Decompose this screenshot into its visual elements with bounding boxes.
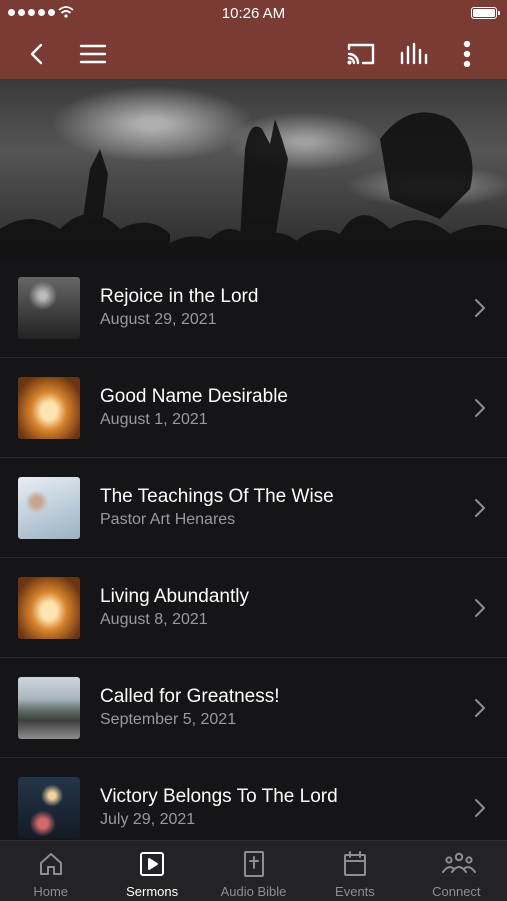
menu-button[interactable]	[76, 37, 110, 71]
worship-crowd-image	[0, 112, 507, 258]
sermon-subtitle: September 5, 2021	[100, 711, 237, 728]
sermon-thumbnail	[18, 677, 80, 739]
audio-button[interactable]	[397, 37, 431, 71]
cast-button[interactable]	[344, 37, 378, 71]
more-vert-icon	[463, 41, 471, 67]
tab-connect[interactable]: Connect	[406, 841, 507, 901]
sermon-title: Living Abundantly	[100, 586, 249, 607]
tab-label: Home	[33, 884, 69, 899]
tab-label: Events	[335, 884, 375, 899]
calendar-icon	[341, 850, 369, 878]
sermon-title: Rejoice in the Lord	[100, 286, 259, 307]
cast-icon	[347, 43, 375, 65]
tab-label: Connect	[432, 884, 481, 899]
sermon-title: Victory Belongs To The Lord	[100, 786, 338, 807]
play-square-icon	[138, 850, 166, 878]
sermon-row[interactable]: The Teachings Of The Wise Pastor Art Hen…	[0, 458, 507, 558]
sermon-row[interactable]: Living Abundantly August 8, 2021	[0, 558, 507, 658]
chevron-right-icon	[473, 497, 487, 519]
bible-icon	[240, 850, 268, 878]
home-icon	[37, 850, 65, 878]
tab-label: Audio Bible	[220, 884, 287, 899]
back-arrow-icon	[30, 43, 43, 65]
sermon-title: The Teachings Of The Wise	[100, 486, 334, 507]
sermon-row[interactable]: Good Name Desirable August 1, 2021	[0, 358, 507, 458]
sermon-subtitle: July 29, 2021	[100, 811, 196, 828]
chevron-right-icon	[473, 297, 487, 319]
app-header	[0, 28, 507, 79]
chevron-right-icon	[473, 797, 487, 819]
sermon-row[interactable]: Called for Greatness! September 5, 2021	[0, 658, 507, 758]
people-icon	[442, 850, 477, 878]
sermon-thumbnail	[18, 477, 80, 539]
audio-bars-icon	[400, 42, 428, 65]
tab-audio-bible[interactable]: Audio Bible	[203, 841, 304, 901]
sermon-thumbnail	[18, 577, 80, 639]
tab-label: Sermons	[126, 884, 179, 899]
sermon-subtitle: August 29, 2021	[100, 311, 217, 328]
chevron-right-icon	[473, 697, 487, 719]
battery-icon	[471, 7, 500, 19]
sermon-list: Rejoice in the Lord August 29, 2021 Good…	[0, 258, 507, 840]
status-bar: 10:26 AM	[0, 0, 507, 28]
sermon-subtitle: Pastor Art Henares	[100, 511, 236, 528]
bottom-tab-bar: Home Sermons Audio Bible Events Connect	[0, 840, 507, 901]
sermon-thumbnail	[18, 277, 80, 339]
back-button[interactable]	[20, 37, 54, 71]
hero-image	[0, 79, 507, 258]
chevron-right-icon	[473, 397, 487, 419]
sermon-title: Called for Greatness!	[100, 686, 280, 707]
sermon-thumbnail	[18, 377, 80, 439]
chevron-right-icon	[473, 597, 487, 619]
tab-events[interactable]: Events	[304, 841, 405, 901]
more-button[interactable]	[450, 37, 484, 71]
sermon-row[interactable]: Victory Belongs To The Lord July 29, 202…	[0, 758, 507, 840]
sermon-subtitle: August 1, 2021	[100, 411, 208, 428]
sermon-thumbnail	[18, 777, 80, 839]
tab-home[interactable]: Home	[0, 841, 101, 901]
tab-sermons[interactable]: Sermons	[101, 841, 202, 901]
sermon-subtitle: August 8, 2021	[100, 611, 208, 628]
sermon-row[interactable]: Rejoice in the Lord August 29, 2021	[0, 258, 507, 358]
status-time: 10:26 AM	[221, 5, 286, 22]
sermon-title: Good Name Desirable	[100, 386, 288, 407]
menu-icon	[79, 44, 107, 64]
